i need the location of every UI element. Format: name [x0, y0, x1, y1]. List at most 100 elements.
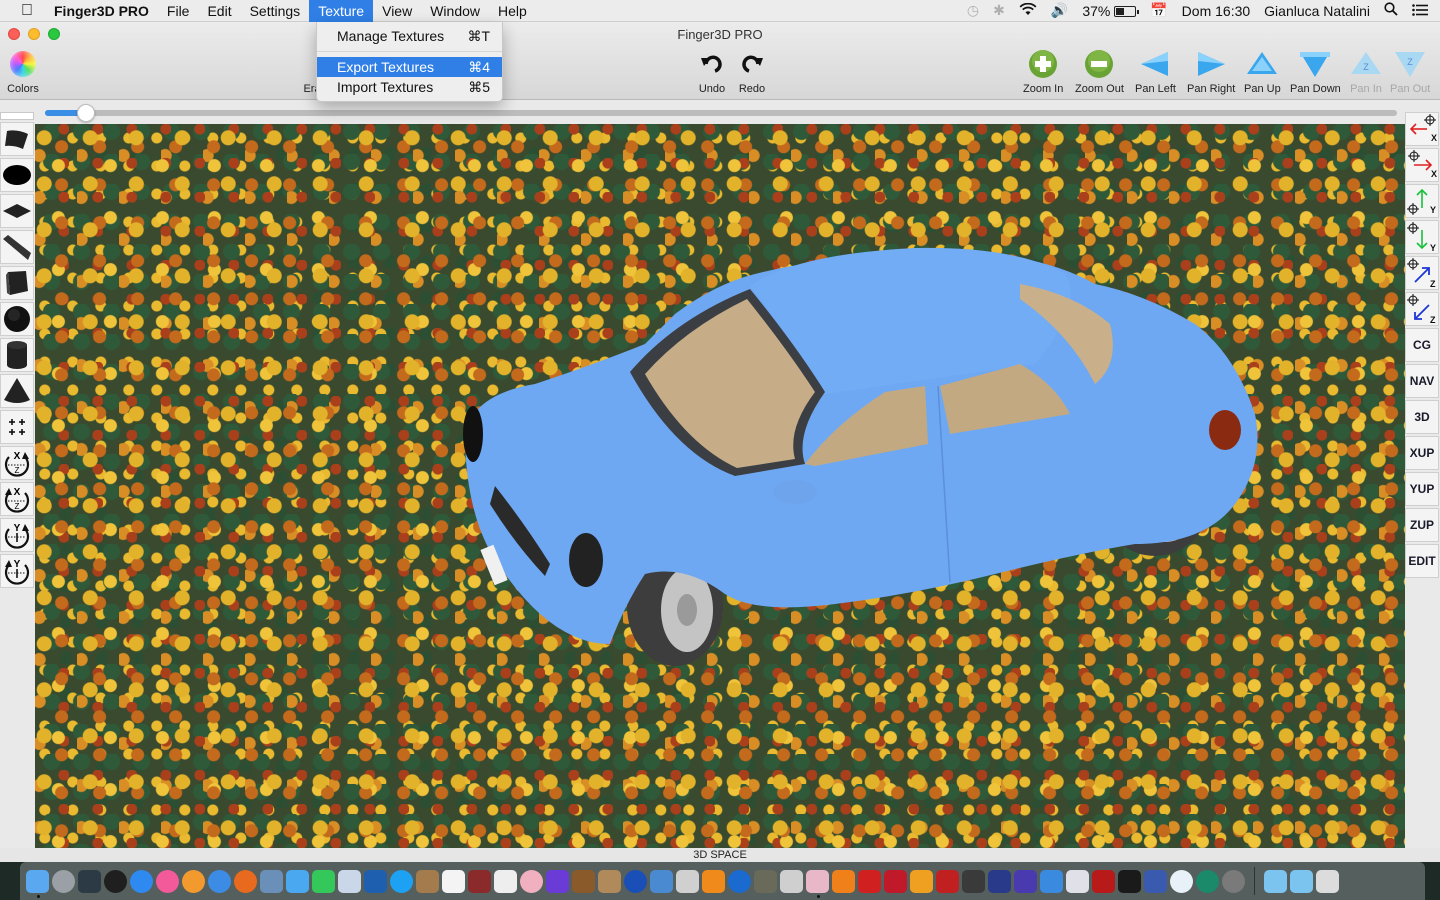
dock-icon-app-store[interactable]	[130, 869, 153, 893]
dock-icon-photo-booth[interactable]	[468, 869, 491, 893]
3d-viewport[interactable]	[35, 124, 1405, 848]
plane-tool[interactable]	[0, 194, 34, 228]
notification-center-icon[interactable]	[1412, 3, 1428, 19]
ribbon-tool[interactable]	[0, 230, 34, 264]
move-pos-x-button[interactable]: X	[1405, 148, 1439, 182]
rotate-y-cw-tool[interactable]: Y	[0, 518, 34, 552]
sphere-tool[interactable]	[0, 302, 34, 336]
dock-icon-maze-app[interactable]	[780, 869, 803, 893]
dock-icon-garageband[interactable]	[572, 869, 595, 893]
menu-help[interactable]: Help	[489, 0, 536, 22]
menu-file[interactable]: File	[158, 0, 199, 22]
dock-icon-downloads[interactable]	[1290, 869, 1313, 893]
dock-icon-gimp[interactable]	[754, 869, 777, 893]
mode-xup-button[interactable]: XUP	[1405, 436, 1439, 470]
slider-thumb[interactable]	[76, 104, 95, 122]
bluetooth-icon[interactable]: ✱	[993, 2, 1005, 19]
dock-icon-photos[interactable]	[520, 869, 543, 893]
apple-menu-icon[interactable]: 	[0, 2, 54, 20]
menu-settings[interactable]: Settings	[241, 0, 310, 22]
dock-icon-boot-camp-assistant[interactable]	[650, 869, 673, 893]
dock-icon-iphoto[interactable]	[598, 869, 621, 893]
dock-icon-quicktime[interactable]	[728, 869, 751, 893]
mode-3d-button[interactable]: 3D	[1405, 400, 1439, 434]
cone-tool[interactable]	[0, 374, 34, 408]
dock-icon-cda-app[interactable]	[884, 869, 907, 893]
mode-edit-button[interactable]: EDIT	[1405, 544, 1439, 578]
pan-up-button[interactable]: Pan Up	[1244, 48, 1281, 95]
dock-icon-emulator[interactable]	[962, 869, 985, 893]
rotate-xz-ccw-tool[interactable]: XZ	[0, 482, 34, 516]
dock-icon-terminal[interactable]	[1118, 869, 1141, 893]
dock-icon-photo-booth-utility[interactable]	[338, 869, 361, 893]
dock-icon-textedit[interactable]	[494, 869, 517, 893]
grid-snap-tool[interactable]	[0, 410, 34, 444]
menu-view[interactable]: View	[373, 0, 421, 22]
battery-indicator[interactable]: 37%	[1082, 3, 1140, 19]
user-name[interactable]: Gianluca Natalini	[1264, 3, 1370, 19]
dock-icon-itunes[interactable]	[156, 869, 179, 893]
dock-icon-contacts[interactable]	[416, 869, 439, 893]
dock-icon-fs-uae[interactable]	[988, 869, 1011, 893]
curved-surface-tool[interactable]	[0, 122, 34, 156]
mode-zup-button[interactable]: ZUP	[1405, 508, 1439, 542]
menu-texture[interactable]: Texture	[309, 0, 374, 22]
dock-icon-xcode[interactable]	[1040, 869, 1063, 893]
pan-right-button[interactable]: Pan Right	[1187, 48, 1235, 95]
menu-item-manage-textures[interactable]: Manage Textures ⌘T	[317, 26, 502, 46]
dock-icon-poser[interactable]	[806, 869, 829, 898]
zoom-out-button[interactable]: Zoom Out	[1075, 48, 1124, 95]
dock-icon-time-machine[interactable]	[1196, 869, 1219, 893]
dock-icon-printer-utility[interactable]	[1066, 869, 1089, 893]
dock-icon-trash[interactable]	[1316, 869, 1339, 893]
redo-button[interactable]: Redo	[736, 48, 768, 95]
dock-icon-audacity[interactable]	[910, 869, 933, 893]
dock-icon-dvd-player[interactable]	[624, 869, 647, 893]
menu-item-import-textures[interactable]: Import Textures ⌘5	[317, 77, 502, 97]
dock-icon-vlc[interactable]	[702, 869, 725, 893]
dock-icon-dashboard[interactable]	[104, 869, 127, 893]
mode-cg-button[interactable]: CG	[1405, 328, 1439, 362]
car-model[interactable]	[35, 124, 1405, 848]
dock-icon-disk-utility[interactable]	[676, 869, 699, 893]
move-neg-y-button[interactable]: Y	[1405, 220, 1439, 254]
dock-icon-calendar[interactable]	[442, 869, 465, 893]
cylinder-tool[interactable]	[0, 338, 34, 372]
dock-icon-safari[interactable]	[208, 869, 231, 893]
spotlight-search-icon[interactable]	[1384, 2, 1398, 19]
dock-icon-purple-screen-app[interactable]	[1014, 869, 1037, 893]
undo-button[interactable]: Undo	[696, 48, 728, 95]
dock-icon-skype[interactable]	[390, 869, 413, 893]
menu-edit[interactable]: Edit	[198, 0, 240, 22]
rotate-xz-cw-tool[interactable]: XZ	[0, 446, 34, 480]
dock-icon-mission-control[interactable]	[78, 869, 101, 893]
mode-nav-button[interactable]: NAV	[1405, 364, 1439, 398]
dock-icon-applications[interactable]	[1264, 869, 1287, 893]
dock-icon-ibooks[interactable]	[182, 869, 205, 893]
colors-button[interactable]: Colors	[7, 48, 39, 95]
dock-icon-filezilla[interactable]	[1092, 869, 1115, 893]
dock-icon-joystick-app[interactable]	[936, 869, 959, 893]
zoom-in-button[interactable]: Zoom In	[1023, 48, 1063, 95]
dock-icon-printer[interactable]	[1170, 869, 1193, 893]
dock-icon-blender[interactable]	[832, 869, 855, 893]
dock-icon-finder[interactable]	[26, 869, 49, 898]
dock-icon-facetime[interactable]	[312, 869, 335, 893]
zoom-slider[interactable]	[45, 104, 1397, 122]
cube-tool[interactable]	[0, 266, 34, 300]
clock[interactable]: Dom 16:30	[1182, 3, 1250, 19]
dock-icon-sketchup[interactable]	[858, 869, 881, 893]
menu-item-export-textures[interactable]: Export Textures ⌘4	[317, 57, 502, 77]
move-pos-z-button[interactable]: Z	[1405, 256, 1439, 290]
pan-left-button[interactable]: Pan Left	[1135, 48, 1176, 95]
move-pos-y-button[interactable]: Y	[1405, 184, 1439, 218]
calendar-menu-icon[interactable]: 📅	[1150, 2, 1167, 19]
mode-yup-button[interactable]: YUP	[1405, 472, 1439, 506]
dock-icon-messages[interactable]	[286, 869, 309, 893]
volume-icon[interactable]: 🔊	[1051, 2, 1068, 19]
time-machine-icon[interactable]: ◷	[967, 2, 979, 19]
pan-down-button[interactable]: Pan Down	[1290, 48, 1341, 95]
ellipse-tool[interactable]	[0, 158, 34, 192]
move-neg-z-button[interactable]: Z	[1405, 292, 1439, 326]
move-neg-x-button[interactable]: X	[1405, 112, 1439, 146]
